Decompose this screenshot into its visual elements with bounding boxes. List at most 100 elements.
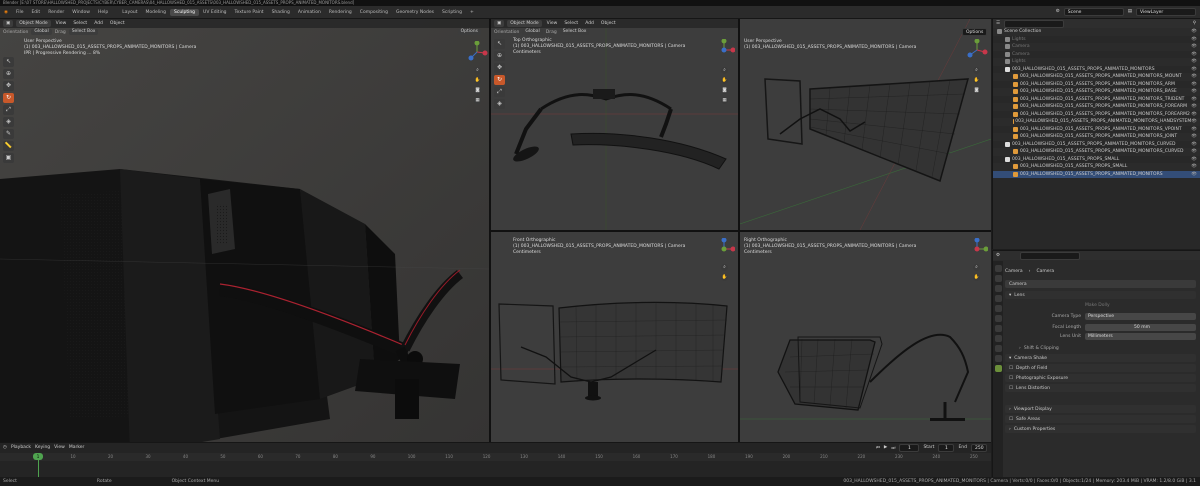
- camera-shake-panel[interactable]: ▾ Camera Shake: [1005, 354, 1196, 362]
- jump-end-icon[interactable]: ⏭: [891, 445, 895, 451]
- navigation-gizmo[interactable]: [713, 39, 735, 61]
- navigation-gizmo[interactable]: [966, 238, 988, 260]
- menu-file[interactable]: File: [12, 10, 28, 15]
- add-workspace-button[interactable]: +: [466, 9, 478, 16]
- navigation-gizmo[interactable]: [966, 39, 988, 61]
- visibility-eye-icon[interactable]: 👁: [1191, 112, 1197, 117]
- zoom-icon[interactable]: ⌕: [973, 264, 980, 271]
- filter-icon[interactable]: ⚲: [1193, 21, 1196, 27]
- visibility-eye-icon[interactable]: 👁: [1191, 82, 1197, 87]
- menu-help[interactable]: Help: [94, 10, 112, 15]
- properties-search-input[interactable]: [1020, 251, 1081, 260]
- navigation-gizmo[interactable]: [713, 238, 735, 260]
- make-dolly-checkbox[interactable]: Make Dolly: [1085, 303, 1110, 309]
- zoom-icon[interactable]: ⌕: [474, 67, 481, 74]
- outliner-row[interactable]: 003_HALLOWSHED_015_ASSETS_PROPS_ANIMATED…: [993, 88, 1200, 96]
- outliner-row[interactable]: 003_HALLOWSHED_015_ASSETS_PROPS_ANIMATED…: [993, 103, 1200, 111]
- orientation-selector[interactable]: Global: [31, 29, 52, 35]
- world-tab-icon[interactable]: [994, 315, 1002, 322]
- render-tab-icon[interactable]: [994, 275, 1002, 282]
- end-frame-field[interactable]: 250: [971, 443, 987, 452]
- timeline-ruler[interactable]: 0102030405060708090100110120130140150160…: [0, 453, 991, 461]
- visibility-eye-icon[interactable]: 👁: [1191, 59, 1197, 64]
- outliner-row[interactable]: 003_HALLOWSHED_015_ASSETS_PROPS_SMALL 👁: [993, 163, 1200, 171]
- area-divider[interactable]: [491, 230, 991, 232]
- outliner-row[interactable]: Lights 👁: [993, 36, 1200, 44]
- outliner-row[interactable]: 003_HALLOWSHED_015_ASSETS_PROPS_ANIMATED…: [993, 170, 1200, 178]
- visibility-eye-icon[interactable]: 👁: [1191, 134, 1197, 139]
- visibility-eye-icon[interactable]: 👁: [1191, 67, 1197, 72]
- constraints-tab-icon[interactable]: [994, 355, 1002, 362]
- focal-length-field[interactable]: 50 mm: [1085, 323, 1196, 331]
- pan-icon[interactable]: ✋: [973, 274, 980, 281]
- editor-type-button[interactable]: ◷: [3, 445, 7, 450]
- cursor-tool-icon[interactable]: ⊕: [494, 51, 505, 61]
- menu-add[interactable]: Add: [583, 21, 596, 26]
- workspace-tab-uv-editing[interactable]: UV Editing: [199, 9, 230, 16]
- workspace-tab-modeling[interactable]: Modeling: [142, 9, 170, 16]
- jump-start-icon[interactable]: ⏮: [876, 445, 880, 451]
- visibility-eye-icon[interactable]: 👁: [1191, 104, 1197, 109]
- outliner-row[interactable]: Camera 👁: [993, 43, 1200, 51]
- workspace-tab-compositing[interactable]: Compositing: [356, 9, 392, 16]
- workspace-tab-animation[interactable]: Animation: [294, 9, 325, 16]
- scene-tab-icon[interactable]: [994, 305, 1002, 312]
- physics-tab-icon[interactable]: [994, 345, 1002, 352]
- camera-type-select[interactable]: Perspective: [1085, 312, 1196, 320]
- visibility-eye-icon[interactable]: 👁: [1191, 127, 1197, 132]
- lens-panel-header[interactable]: ▾ Lens: [1005, 291, 1196, 299]
- outliner-row[interactable]: 003_HALLOWSHED_015_ASSETS_PROPS_ANIMATED…: [993, 73, 1200, 81]
- menu-edit[interactable]: Edit: [27, 10, 44, 15]
- outliner-row[interactable]: 003_HALLOWSHED_015_ASSETS_PROPS_ANIMATED…: [993, 66, 1200, 74]
- select-tool-icon[interactable]: ↖: [3, 57, 14, 67]
- camera-data-tab-icon[interactable]: [994, 365, 1002, 372]
- viewport-right-ortho[interactable]: Right Orthographic (1) 003_HALLOWSHED_01…: [740, 232, 991, 442]
- menu-view[interactable]: View: [54, 21, 69, 26]
- tool-tab-icon[interactable]: [994, 265, 1002, 272]
- menu-window[interactable]: Window: [68, 10, 94, 15]
- workspace-tab-rendering[interactable]: Rendering: [325, 9, 356, 16]
- menu-keying[interactable]: Keying: [35, 445, 50, 450]
- workspace-tab-texture-paint[interactable]: Texture Paint: [231, 9, 268, 16]
- checkbox-icon[interactable]: ☐: [1009, 386, 1013, 391]
- shift-clipping-row[interactable]: › Shift & Clipping: [1005, 344, 1196, 352]
- pan-icon[interactable]: ✋: [973, 77, 980, 84]
- measure-tool-icon[interactable]: 📏: [3, 141, 14, 151]
- current-frame-field[interactable]: 1: [899, 443, 920, 452]
- orientation-selector[interactable]: Global: [522, 29, 543, 35]
- visibility-eye-icon[interactable]: 👁: [1191, 74, 1197, 79]
- camera-datablock-field[interactable]: Camera: [1005, 280, 1196, 288]
- ortho-toggle-icon[interactable]: ▦: [474, 97, 481, 104]
- scale-tool-icon[interactable]: ⤢: [3, 105, 14, 115]
- viewport-user-perspective[interactable]: ▣ Object Mode View Select Add Object Ori…: [0, 19, 489, 442]
- viewport-front-ortho[interactable]: Front Orthographic (1) 003_HALLOWSHED_01…: [491, 232, 738, 442]
- camera-view-icon[interactable]: ◙: [474, 87, 481, 94]
- options-button[interactable]: Options: [457, 29, 481, 35]
- menu-object[interactable]: Object: [108, 21, 127, 26]
- select-tool-icon[interactable]: ↖: [494, 39, 505, 49]
- ortho-toggle-icon[interactable]: ▦: [721, 97, 728, 104]
- outliner-row[interactable]: 003_HALLOWSHED_015_ASSETS_PROPS_ANIMATED…: [993, 126, 1200, 134]
- annotate-tool-icon[interactable]: ✎: [3, 129, 14, 139]
- workspace-tab-layout[interactable]: Layout: [118, 9, 141, 16]
- outliner-editor-icon[interactable]: ☰: [996, 21, 1000, 27]
- workspace-tab-scripting[interactable]: Scripting: [438, 9, 466, 16]
- play-icon[interactable]: ▶: [884, 445, 887, 450]
- outliner-row[interactable]: 003_HALLOWSHED_015_ASSETS_PROPS_ANIMATED…: [993, 141, 1200, 149]
- checkbox-icon[interactable]: ☐: [1009, 417, 1013, 422]
- view-layer-tab-icon[interactable]: [994, 295, 1002, 302]
- add-cube-tool-icon[interactable]: ▣: [3, 153, 14, 163]
- pan-icon[interactable]: ✋: [474, 77, 481, 84]
- visibility-eye-icon[interactable]: 👁: [1191, 52, 1197, 57]
- workspace-tab-geometry-nodes[interactable]: Geometry Nodes: [392, 9, 438, 16]
- workspace-tab-sculpting[interactable]: Sculpting: [170, 8, 200, 16]
- depth-of-field-panel[interactable]: ☐ Depth of Field: [1005, 364, 1196, 372]
- menu-object[interactable]: Object: [599, 21, 618, 26]
- mode-selector[interactable]: Object Mode: [507, 20, 542, 27]
- menu-view[interactable]: View: [54, 445, 65, 450]
- rotate-tool-icon[interactable]: ↻: [3, 93, 14, 103]
- select-box-selector[interactable]: Select Box: [68, 29, 99, 35]
- viewport-user-perspective-2[interactable]: User Perspective (1) 003_HALLOWSHED_015_…: [740, 19, 991, 230]
- object-tab-icon[interactable]: [994, 325, 1002, 332]
- output-tab-icon[interactable]: [994, 285, 1002, 292]
